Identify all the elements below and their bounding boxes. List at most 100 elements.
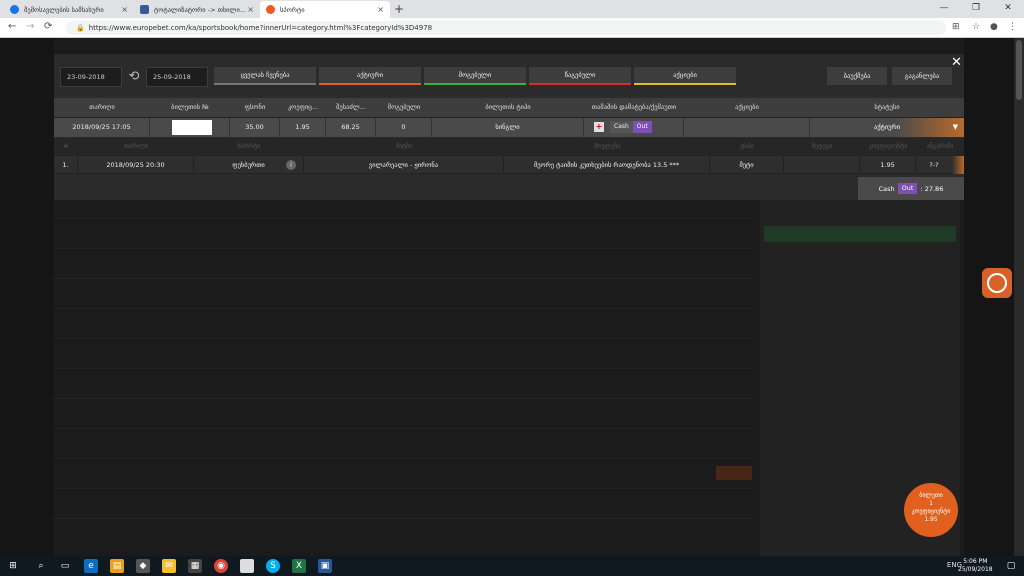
app-icon[interactable]: ◆ [136,559,150,573]
forward-icon[interactable]: → [26,21,34,32]
address-bar: ← → ⟳ 🔒 https://www.europebet.com/ka/spor… [0,18,1024,38]
col-detail-type: ტიპი [740,143,754,150]
reset-button[interactable]: გაგანლება [892,67,952,85]
minimize-icon[interactable]: — [928,0,960,18]
col-possible: შესაძლ... [336,103,366,111]
app-icon[interactable]: ▣ [318,559,332,573]
back-icon[interactable]: ← [8,21,16,32]
info-icon[interactable]: i [286,160,296,170]
windows-start-icon[interactable]: ⊞ [6,559,20,573]
close-icon[interactable]: × [247,5,254,14]
reload-icon[interactable]: ⟳ [44,21,52,32]
page-scrollbar[interactable] [1014,38,1024,556]
window-controls: — ❐ ✕ [928,0,1024,18]
url-field[interactable]: 🔒 https://www.europebet.com/ka/sportsbook… [66,21,946,35]
status-dropdown[interactable]: აქტიური ▼ [810,118,964,137]
col-coef: კოეფიციენტი [868,143,908,150]
chevron-down-icon: ▼ [952,123,958,131]
close-icon[interactable]: ✕ [951,55,962,70]
col-event: მოვლენა [593,143,621,150]
browser-tabstrip: შემოსავლების სამსახური × ტოტალიზატორი ->… [0,0,1024,18]
cashout-value: : 27.86 [920,184,944,193]
app-icon[interactable] [240,559,254,573]
detail-row: 1. 2018/09/25 20:30 ფეხბურთი i ვილარეალი… [54,155,964,174]
betslip-odds: 1.95 [924,516,938,523]
filter-all-button[interactable]: ყველას ჩვენება [214,67,316,85]
calculator-icon[interactable]: ▦ [188,559,202,573]
outlook-icon[interactable]: ✉ [162,559,176,573]
history-icon[interactable]: ⟲ [126,69,142,85]
cashout-total[interactable]: Cash Out : 27.86 [858,177,964,200]
scrollbar-thumb[interactable] [1016,40,1022,100]
col-sport: სპორტი [237,143,261,150]
new-tab-button[interactable]: + [394,2,404,16]
row-odds: 1.95 [280,118,326,137]
out-label: Out [897,183,918,194]
excel-icon[interactable]: X [292,559,306,573]
clock-time: 5:06 PM [963,558,988,565]
star-icon[interactable]: ☆ [972,22,980,32]
site-icon [266,5,275,14]
col-detail-date: თარიღი [124,143,148,150]
search-icon[interactable]: ⌕ [34,559,48,573]
site-icon [10,5,19,14]
live-chat-button[interactable] [982,268,1012,298]
shield-icon [140,5,149,14]
bet-history-modal: ✕ 23-09-2018 ⟲ 25-09-2018 ყველას ჩვენება… [54,54,964,200]
close-icon[interactable]: × [121,5,128,14]
detail-date: 2018/09/25 20:30 [78,156,194,174]
notifications-icon[interactable]: ▢ [1004,559,1018,573]
row-stake: 35.00 [230,118,280,137]
row-promo [684,118,810,137]
filter-lost-button[interactable]: წაგებული [529,67,631,85]
explorer-icon[interactable]: ▤ [110,559,124,573]
col-result: შედეგი [811,143,833,150]
browser-tab-3[interactable]: სპორტი × [260,1,390,18]
maximize-icon[interactable]: ❐ [960,0,992,18]
taskbar-clock[interactable]: 5:06 PM 25/09/2018 [958,558,993,574]
col-won: მოგებული [387,103,421,111]
status-label: აქტიური [873,123,901,131]
cancel-button[interactable]: ბაუქმება [827,67,887,85]
close-window-icon[interactable]: ✕ [992,0,1024,18]
date-to-field[interactable]: 25-09-2018 [146,67,208,87]
cashout-button[interactable]: Cash Out [610,121,652,133]
col-score: ანგარიში [926,143,954,150]
browser-tab-1[interactable]: შემოსავლების სამსახური × [4,1,134,18]
translate-icon[interactable]: ⊞ [952,22,960,32]
url-text: https://www.europebet.com/ka/sportsbook/… [88,24,433,32]
filter-promo-button[interactable]: აქციები [634,67,736,85]
date-from-field[interactable]: 23-09-2018 [60,67,122,87]
col-odds: კოეფიც... [287,103,319,111]
chrome-icon[interactable]: ◉ [214,559,228,573]
col-stake: ფსონი [244,103,266,111]
profile-icon[interactable]: ● [990,22,998,32]
chat-icon [987,273,1007,293]
page: ✕ 23-09-2018 ⟲ 25-09-2018 ყველას ჩვენება… [0,38,1024,556]
out-label: Out [632,121,652,133]
col-index: # [63,143,69,150]
browser-tab-2[interactable]: ტოტალიზატორი -> თხილი... × [134,1,260,18]
detail-event: მეორე ტაიმის კუთხეების რაოდენობა 13.5 **… [504,156,710,174]
close-icon[interactable]: × [377,5,384,14]
row-date: 2018/09/25 17:05 [54,118,150,137]
col-cashout: თამაშის დამატება/ქეშაუთი [591,103,677,111]
edge-icon[interactable]: e [84,559,98,573]
row-possible: 68.25 [326,118,376,137]
skype-icon[interactable]: S [266,559,280,573]
task-view-icon[interactable]: ▭ [58,559,72,573]
detail-odds: 1.95 [860,156,916,174]
col-date: თარიღი [89,103,115,111]
add-game-icon[interactable]: + [594,122,604,132]
table-row[interactable]: 2018/09/25 17:05 35.00 1.95 68.25 0 სინგ… [54,117,964,137]
filter-active-button[interactable]: აქტიური [319,67,421,85]
menu-icon[interactable]: ⋮ [1008,22,1017,32]
col-status: სტატუსი [874,103,900,111]
row-won: 0 [376,118,432,137]
cash-label: Cash [878,184,895,193]
filter-won-button[interactable]: მოგებული [424,67,526,85]
betslip-count: 1 [929,500,933,507]
betslip-bubble[interactable]: ბილეთი 1 კოეფიციენტი 1.95 [904,483,958,537]
tab-title: სპორტი [280,5,305,14]
detail-score: ?-? [929,161,939,169]
